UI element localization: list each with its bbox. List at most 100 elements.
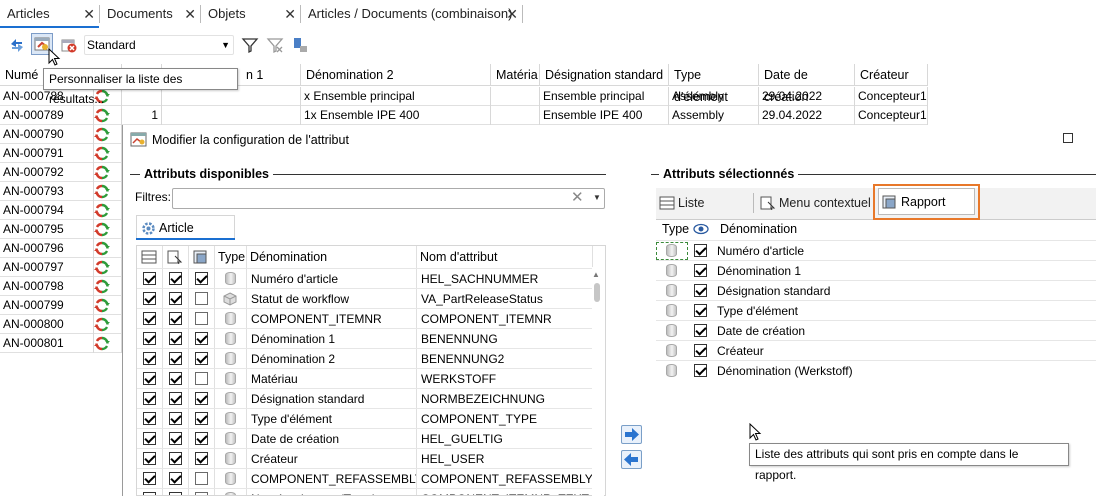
tab-objets[interactable]: Objets ✕ [201, 4, 300, 26]
tab-liste[interactable]: Liste [656, 192, 751, 214]
name-column-header[interactable]: Dénomination [720, 219, 797, 239]
table-row[interactable]: AN-000790 [0, 125, 122, 144]
checkbox[interactable] [195, 332, 208, 345]
filter-icon[interactable] [241, 36, 259, 54]
maximize-button[interactable] [1063, 133, 1073, 143]
visibility-column-header[interactable] [693, 222, 709, 239]
close-icon[interactable]: ✕ [184, 4, 196, 24]
tab-articles-documents[interactable]: Articles / Documents (combinaison) ✕ [301, 4, 522, 26]
table-row[interactable]: Numéro d'article HEL_SACHNUMMER [137, 268, 593, 289]
checkbox[interactable] [143, 372, 156, 385]
close-icon[interactable]: ✕ [83, 4, 95, 24]
delete-icon[interactable] [60, 36, 78, 54]
table-row[interactable]: Créateur HEL_USER [137, 448, 593, 469]
table-row[interactable]: AN-000794 [0, 201, 122, 220]
checkbox[interactable] [143, 272, 156, 285]
close-icon[interactable]: ✕ [506, 4, 518, 24]
table-row[interactable]: Numéro d'article [656, 240, 1096, 260]
table-row[interactable]: AN-000800 [0, 315, 122, 334]
visibility-checkbox[interactable] [694, 324, 707, 337]
table-row[interactable]: Date de création [656, 320, 1096, 340]
checkbox[interactable] [169, 432, 182, 445]
chevron-down-icon[interactable]: ▼ [593, 193, 601, 202]
table-row[interactable]: Créateur [656, 340, 1096, 360]
type-column-header[interactable]: Type [662, 219, 689, 239]
checkbox[interactable] [169, 372, 182, 385]
table-row[interactable]: AN-000791 [0, 144, 122, 163]
remove-attribute-button[interactable] [621, 450, 642, 469]
column-header[interactable]: Dénomination 2 [301, 64, 491, 86]
checkbox[interactable] [143, 312, 156, 325]
table-row[interactable]: AN-000796 [0, 239, 122, 258]
table-row[interactable]: Type d'élément COMPONENT_TYPE [137, 408, 593, 429]
checkbox[interactable] [143, 452, 156, 465]
close-icon[interactable]: ✕ [284, 4, 296, 24]
table-row[interactable]: Désignation standard NORMBEZEICHNUNG [137, 388, 593, 409]
column-header[interactable]: Date de création [759, 64, 855, 104]
checkbox[interactable] [195, 492, 208, 495]
table-row[interactable]: Type d'élément [656, 300, 1096, 320]
clear-filter-icon[interactable] [266, 36, 284, 54]
checkbox[interactable] [143, 472, 156, 485]
table-row[interactable]: Date de création HEL_GUELTIG [137, 428, 593, 449]
refresh-icon[interactable] [8, 36, 26, 54]
checkbox[interactable] [169, 472, 182, 485]
checkbox[interactable] [143, 392, 156, 405]
table-row[interactable]: Numéro de pos. (Texte)COMPONENT_ITEMNR_T… [137, 488, 593, 495]
table-row[interactable]: Dénomination 2 BENENNUNG2 [137, 348, 593, 369]
table-row[interactable]: Dénomination 1 BENENNUNG [137, 328, 593, 349]
visibility-checkbox[interactable] [694, 344, 707, 357]
filter-input[interactable] [172, 188, 605, 209]
checkbox[interactable] [195, 312, 208, 325]
checkbox[interactable] [169, 392, 182, 405]
checkbox[interactable] [169, 452, 182, 465]
table-row[interactable]: AN-000795 [0, 220, 122, 239]
clear-icon[interactable]: ✕ [571, 190, 584, 206]
scroll-up-icon[interactable]: ▲ [592, 270, 600, 279]
table-row[interactable]: Matériau WERKSTOFF [137, 368, 593, 389]
checkbox[interactable] [195, 272, 208, 285]
scrollbar-thumb[interactable] [594, 283, 600, 302]
table-row[interactable]: Dénomination (Werkstoff) [656, 360, 1096, 380]
checkbox[interactable] [143, 492, 156, 495]
report-column-header[interactable] [189, 246, 215, 268]
checkbox[interactable] [195, 432, 208, 445]
checkbox[interactable] [195, 292, 208, 305]
visibility-checkbox[interactable] [694, 364, 707, 377]
type-column-header[interactable]: Type [215, 246, 247, 268]
checkbox[interactable] [169, 352, 182, 365]
table-row[interactable]: AN-000798 [0, 277, 122, 296]
table-row[interactable]: AN-000799 [0, 296, 122, 315]
column-header[interactable]: Matéria [491, 64, 540, 86]
checkbox[interactable] [143, 332, 156, 345]
tab-menu-contextuel[interactable]: Menu contextuel [757, 192, 871, 214]
table-row[interactable]: Désignation standard [656, 280, 1096, 300]
table-row[interactable]: AN-000801 [0, 334, 122, 353]
checkbox[interactable] [143, 432, 156, 445]
list-view-column-header[interactable] [137, 246, 163, 268]
table-row[interactable]: COMPONENT_REFASSEMBLY COMPONENT_REFASSEMB… [137, 468, 593, 489]
checkbox[interactable] [169, 312, 182, 325]
checkbox[interactable] [169, 292, 182, 305]
tab-articles[interactable]: Articles ✕ [0, 4, 99, 26]
checkbox[interactable] [169, 492, 182, 495]
settings-icon[interactable] [291, 36, 309, 54]
column-header[interactable]: Type d'élément [669, 64, 759, 104]
table-row[interactable]: AN-000792 [0, 163, 122, 182]
tab-article[interactable]: Article [136, 215, 235, 240]
tab-documents[interactable]: Documents ✕ [100, 4, 200, 26]
context-menu-column-header[interactable] [163, 246, 189, 268]
column-header[interactable]: Créateur [855, 64, 928, 86]
visibility-checkbox[interactable] [694, 304, 707, 317]
table-row[interactable]: AN-000793 [0, 182, 122, 201]
visibility-checkbox[interactable] [694, 244, 707, 257]
checkbox[interactable] [143, 352, 156, 365]
preset-select[interactable]: Standard ▼ [84, 35, 234, 55]
checkbox[interactable] [169, 332, 182, 345]
table-row[interactable]: AN-000797 [0, 258, 122, 277]
add-attribute-button[interactable] [621, 425, 642, 444]
visibility-checkbox[interactable] [694, 264, 707, 277]
table-row[interactable]: COMPONENT_ITEMNR COMPONENT_ITEMNR [137, 308, 593, 329]
tab-rapport[interactable]: Rapport [878, 188, 975, 215]
column-header[interactable]: Désignation standard [540, 64, 669, 86]
